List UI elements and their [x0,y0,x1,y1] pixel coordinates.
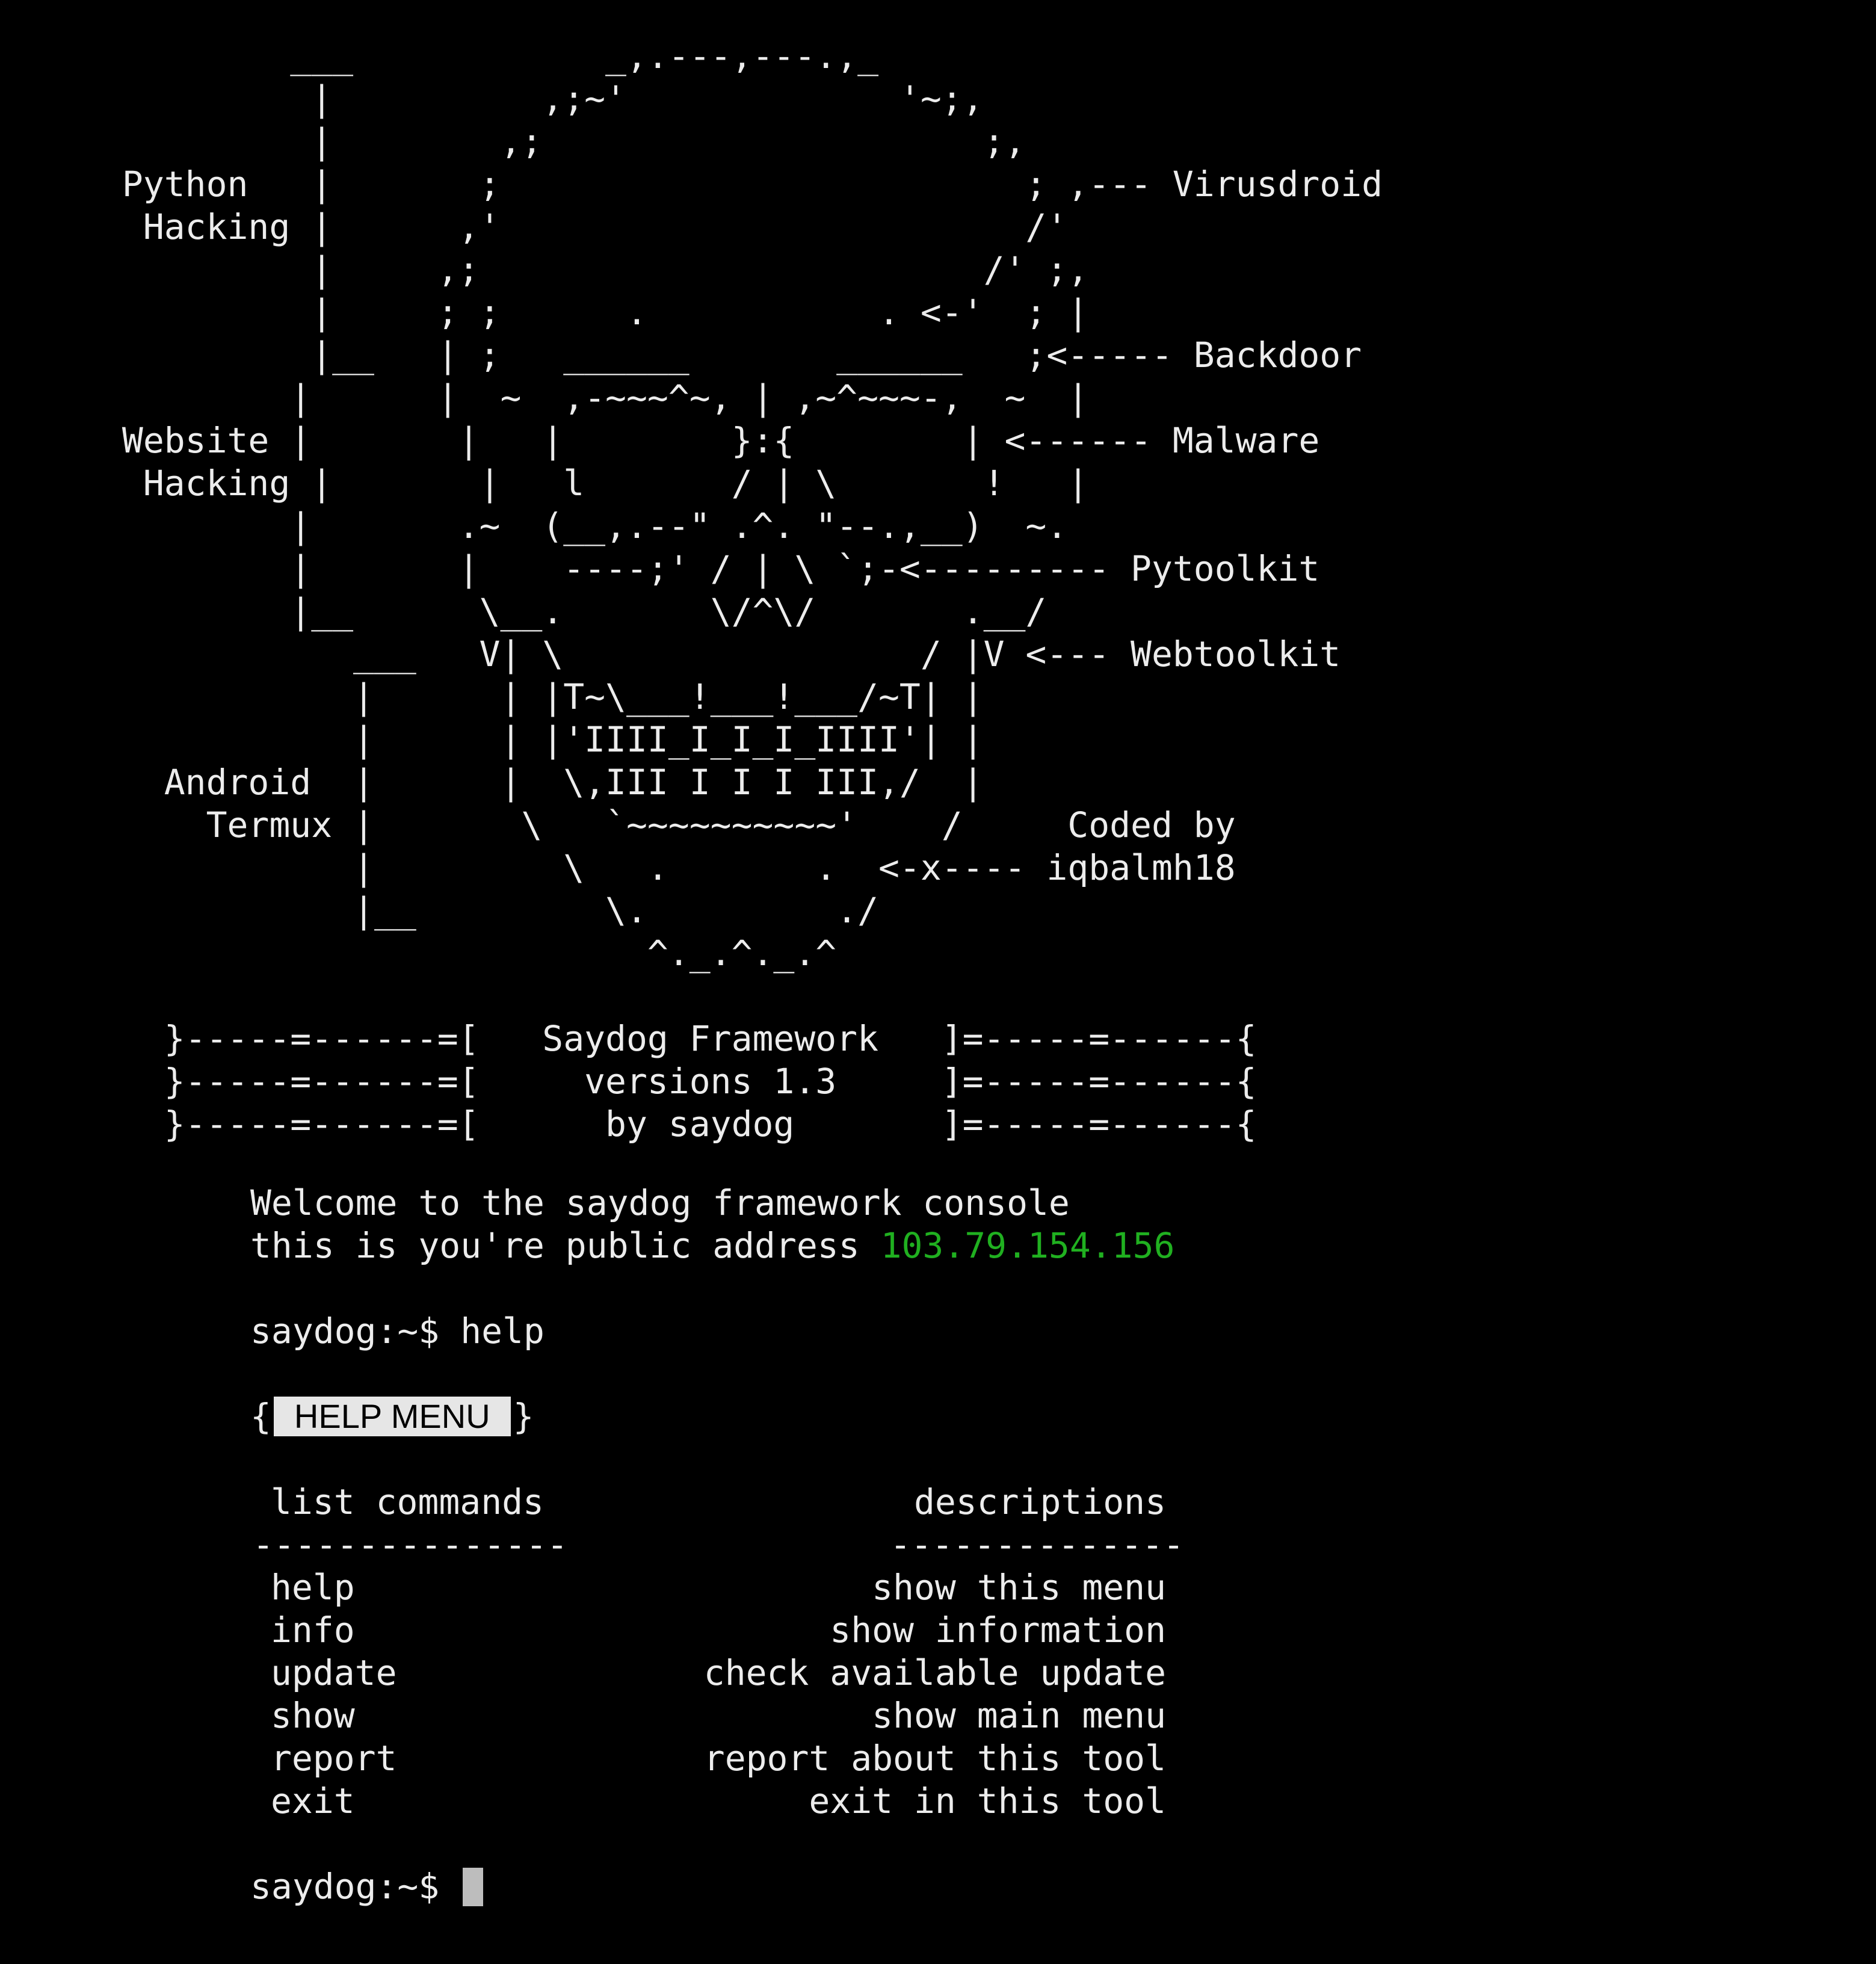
divider-commands: --------------- [253,1524,568,1565]
command-description: show main menu [872,1695,1166,1736]
command-name: update [271,1652,397,1693]
public-address-label: this is you're public address [250,1225,881,1266]
public-ip-address: 103.79.154.156 [880,1225,1175,1266]
welcome-line: Welcome to the saydog framework console [250,1182,1070,1223]
command-name: report [271,1738,397,1779]
help-menu-open-brace: { [250,1396,271,1437]
command-description: show this menu [872,1567,1166,1608]
entered-command: help [460,1311,545,1351]
text-cursor[interactable] [463,1868,484,1906]
command-line: saydog:~$ help [250,1310,545,1353]
command-name: exit [271,1780,355,1821]
command-name: info [271,1610,355,1651]
public-address-line: this is you're public address 103.79.154… [250,1224,1174,1267]
help-menu-title: {HELP MENU} [250,1395,534,1438]
command-description: show information [830,1610,1166,1651]
command-description: report about this tool [703,1738,1166,1779]
column-header-descriptions: descriptions [913,1481,1166,1522]
command-name: help [271,1567,355,1608]
help-menu-close-brace: } [513,1396,534,1437]
final-prompt: saydog:~$ [250,1866,461,1907]
divider-descriptions: -------------- [890,1524,1184,1565]
column-header-commands: list commands [271,1481,544,1522]
command-name: show [271,1695,355,1736]
command-description: check available update [703,1652,1166,1693]
help-menu-badge: HELP MENU [273,1397,511,1436]
terminal-window[interactable]: ___ _,.---,---.,_ | ,;~' '~;, | ,; ;, Py… [0,0,1876,1964]
banner-ascii-art: ___ _,.---,---.,_ | ,;~' '~;, | ,; ;, Py… [122,36,1383,1144]
input-line[interactable]: saydog:~$ [250,1865,484,1908]
prompt: saydog:~$ [250,1311,461,1351]
command-description: exit in this tool [809,1780,1166,1821]
